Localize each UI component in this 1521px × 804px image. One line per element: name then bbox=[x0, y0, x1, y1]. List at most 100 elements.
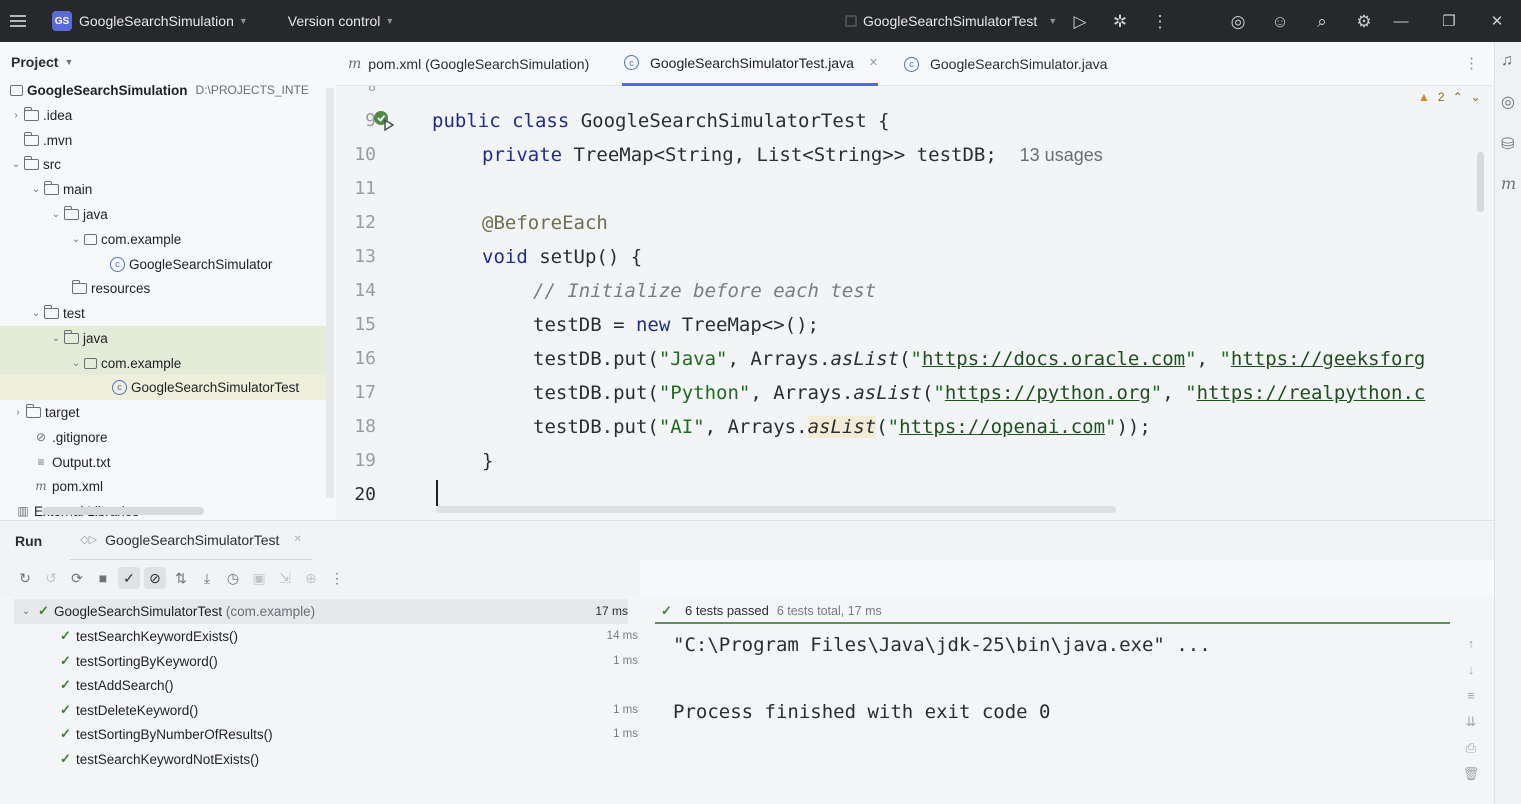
version-control-menu[interactable]: Version control bbox=[288, 13, 381, 29]
minimize-button[interactable]: — bbox=[1377, 0, 1425, 42]
tree-item-label: resources bbox=[91, 280, 151, 296]
usages-hint[interactable]: 13 usages bbox=[1020, 145, 1103, 165]
ai-chat-icon[interactable]: ◎ bbox=[1501, 92, 1515, 112]
project-badge: GS bbox=[52, 11, 72, 31]
test-row[interactable]: ✓ testSortingByKeyword() 1 ms bbox=[0, 649, 645, 674]
close-icon[interactable]: ✕ bbox=[293, 534, 301, 545]
scroll-up-icon[interactable]: ↑ bbox=[1460, 636, 1482, 662]
project-switcher[interactable]: GoogleSearchSimulation bbox=[79, 13, 234, 29]
settings-gear-icon[interactable]: ⚙ bbox=[1354, 13, 1374, 30]
sort-by-duration-icon[interactable]: ⤓ bbox=[196, 567, 218, 589]
folder-icon bbox=[23, 106, 39, 121]
test-row[interactable]: ✓ testDeleteKeyword() 1 ms bbox=[0, 698, 645, 723]
coverage-icon[interactable]: ⊕ bbox=[300, 567, 322, 589]
test-row[interactable]: ✓ testSortingByNumberOfResults() 1 ms bbox=[0, 722, 645, 747]
sort-alphabetically-icon[interactable]: ⇅ bbox=[170, 567, 192, 589]
tree-item-resources[interactable]: resources bbox=[0, 276, 336, 301]
tab-google-search-simulator[interactable]: c GoogleSearchSimulator.java bbox=[902, 42, 1107, 86]
tree-item-simulator-class[interactable]: c GoogleSearchSimulator bbox=[0, 252, 336, 277]
tree-item-target[interactable]: › target bbox=[0, 400, 336, 425]
tree-item-label: pom.xml bbox=[52, 478, 104, 494]
code-line-10: private TreeMap<String, List<String>> te… bbox=[482, 144, 1103, 166]
tree-item-test-java[interactable]: ⌄ java bbox=[0, 326, 326, 351]
toggle-auto-test-icon[interactable]: ⟳ bbox=[66, 567, 88, 589]
show-ignored-icon[interactable]: ⊘ bbox=[144, 567, 166, 589]
tree-item-mvn[interactable]: .mvn bbox=[0, 128, 336, 153]
tree-item-test-package[interactable]: ⌄ com.example bbox=[0, 351, 326, 376]
tab-pom-xml[interactable]: m pom.xml (GoogleSearchSimulation) bbox=[348, 42, 589, 86]
tree-root[interactable]: GoogleSearchSimulation D:\PROJECTS_INTE bbox=[0, 78, 336, 103]
rerun-failed-icon[interactable]: ↺ bbox=[40, 567, 62, 589]
test-history-icon[interactable]: ◷ bbox=[222, 567, 244, 589]
more-tabs-icon[interactable]: ⋮ bbox=[1464, 54, 1479, 72]
test-config-icon bbox=[845, 15, 857, 27]
run-tab[interactable]: ◇▷ GoogleSearchSimulatorTest ✕ bbox=[70, 521, 312, 561]
project-vertical-scrollbar[interactable] bbox=[326, 88, 334, 498]
soft-wrap-icon[interactable]: ≡ bbox=[1460, 688, 1482, 714]
notifications-icon[interactable]: ♫ bbox=[1501, 52, 1513, 70]
test-row[interactable]: ✓ testAddSearch() bbox=[0, 673, 645, 698]
rerun-icon[interactable]: ↻ bbox=[14, 567, 36, 589]
test-class-icon: c bbox=[624, 55, 639, 70]
tree-item-label: .idea bbox=[43, 107, 73, 123]
tree-item-gitignore[interactable]: ⊘ .gitignore bbox=[0, 425, 336, 450]
folder-icon bbox=[43, 304, 59, 319]
tree-item-test-class[interactable]: c GoogleSearchSimulatorTest bbox=[0, 375, 326, 400]
editor-horizontal-scrollbar[interactable] bbox=[436, 506, 1116, 513]
stop-icon[interactable]: ■ bbox=[92, 567, 114, 589]
run-icon[interactable]: ▷ bbox=[1070, 13, 1090, 30]
show-passed-icon[interactable]: ✓ bbox=[118, 567, 140, 589]
test-row[interactable]: ✓ testSearchKeywordExists() 14 ms bbox=[0, 624, 645, 649]
project-horizontal-scrollbar[interactable] bbox=[42, 507, 204, 515]
tree-item-src[interactable]: ⌄ src bbox=[0, 152, 336, 177]
line-number: 12 bbox=[354, 212, 376, 233]
tree-item-pom[interactable]: m pom.xml bbox=[0, 474, 336, 499]
import-tests-icon[interactable]: ⇲ bbox=[274, 567, 296, 589]
add-user-icon[interactable]: ☺ bbox=[1270, 13, 1290, 30]
screenshot-icon[interactable]: ▣ bbox=[248, 567, 270, 589]
test-suite-row[interactable]: ⌄ ✓ GoogleSearchSimulatorTest (com.examp… bbox=[14, 599, 628, 624]
clear-all-icon[interactable]: 🗑 bbox=[1460, 766, 1482, 792]
run-configuration-selector[interactable]: GoogleSearchSimulatorTest ▼ bbox=[845, 0, 1057, 42]
close-window-button[interactable]: ✕ bbox=[1473, 0, 1521, 42]
inspection-widget[interactable]: ▲ 2 ⌃ ⌄ bbox=[1418, 90, 1481, 104]
code-line-17: testDB.put("Python", Arrays.asList("http… bbox=[533, 382, 1426, 404]
test-row[interactable]: ✓ testSearchKeywordNotExists() bbox=[0, 747, 645, 772]
code-line-19: } bbox=[482, 450, 494, 472]
scroll-to-end-icon[interactable]: ⇊ bbox=[1460, 714, 1482, 740]
print-icon[interactable]: ⎙ bbox=[1460, 740, 1482, 766]
scroll-down-icon[interactable]: ↓ bbox=[1460, 662, 1482, 688]
chevron-down-icon[interactable]: ⌄ bbox=[1471, 90, 1481, 104]
tree-item-main-package[interactable]: ⌄ com.example bbox=[0, 227, 336, 252]
tree-item-output[interactable]: ≡ Output.txt bbox=[0, 450, 336, 475]
tree-item-main-java[interactable]: ⌄ java bbox=[0, 202, 336, 227]
run-test-gutter-icon[interactable] bbox=[373, 110, 395, 132]
code-editor[interactable]: 8 9 10 11 12 13 14 15 16 17 18 19 20 pub… bbox=[336, 86, 1494, 520]
main-menu-icon[interactable] bbox=[2, 0, 34, 42]
maven-icon[interactable]: m bbox=[1501, 174, 1516, 193]
run-console[interactable]: ✓ 6 tests passed 6 tests total, 17 ms "C… bbox=[645, 596, 1494, 804]
right-tool-strip: ♫ ◎ ⛁ m bbox=[1494, 42, 1521, 804]
editor-vertical-scrollbar[interactable] bbox=[1477, 152, 1484, 212]
chevron-down-icon: ▼ bbox=[385, 16, 395, 26]
project-view-header[interactable]: Project ▼ bbox=[0, 42, 336, 82]
tests-total-text: 6 tests total, 17 ms bbox=[776, 604, 882, 618]
folder-icon bbox=[23, 155, 39, 170]
test-duration: 1 ms bbox=[613, 704, 638, 717]
more-options-icon[interactable]: ⋮ bbox=[326, 567, 348, 589]
search-icon[interactable]: ⌕ bbox=[1312, 13, 1332, 30]
tree-item-test[interactable]: ⌄ test bbox=[0, 301, 336, 326]
ai-assistant-icon[interactable]: ◎ bbox=[1228, 13, 1248, 30]
database-icon[interactable]: ⛁ bbox=[1501, 134, 1514, 154]
title-bar: GS GoogleSearchSimulation ▼ Version cont… bbox=[0, 0, 1521, 42]
test-name: testSearchKeywordNotExists() bbox=[76, 751, 260, 767]
tree-item-idea[interactable]: › .idea bbox=[0, 103, 336, 128]
debug-icon[interactable]: ✲ bbox=[1110, 13, 1130, 30]
tree-item-main[interactable]: ⌄ main bbox=[0, 177, 336, 202]
close-icon[interactable]: ✕ bbox=[869, 56, 878, 69]
tab-google-search-simulator-test[interactable]: c GoogleSearchSimulatorTest.java ✕ bbox=[622, 42, 879, 86]
more-actions-icon[interactable]: ⋮ bbox=[1150, 13, 1170, 30]
restore-button[interactable]: ❐ bbox=[1425, 0, 1473, 42]
test-duration: 14 ms bbox=[606, 630, 638, 643]
chevron-up-icon[interactable]: ⌃ bbox=[1453, 90, 1463, 104]
